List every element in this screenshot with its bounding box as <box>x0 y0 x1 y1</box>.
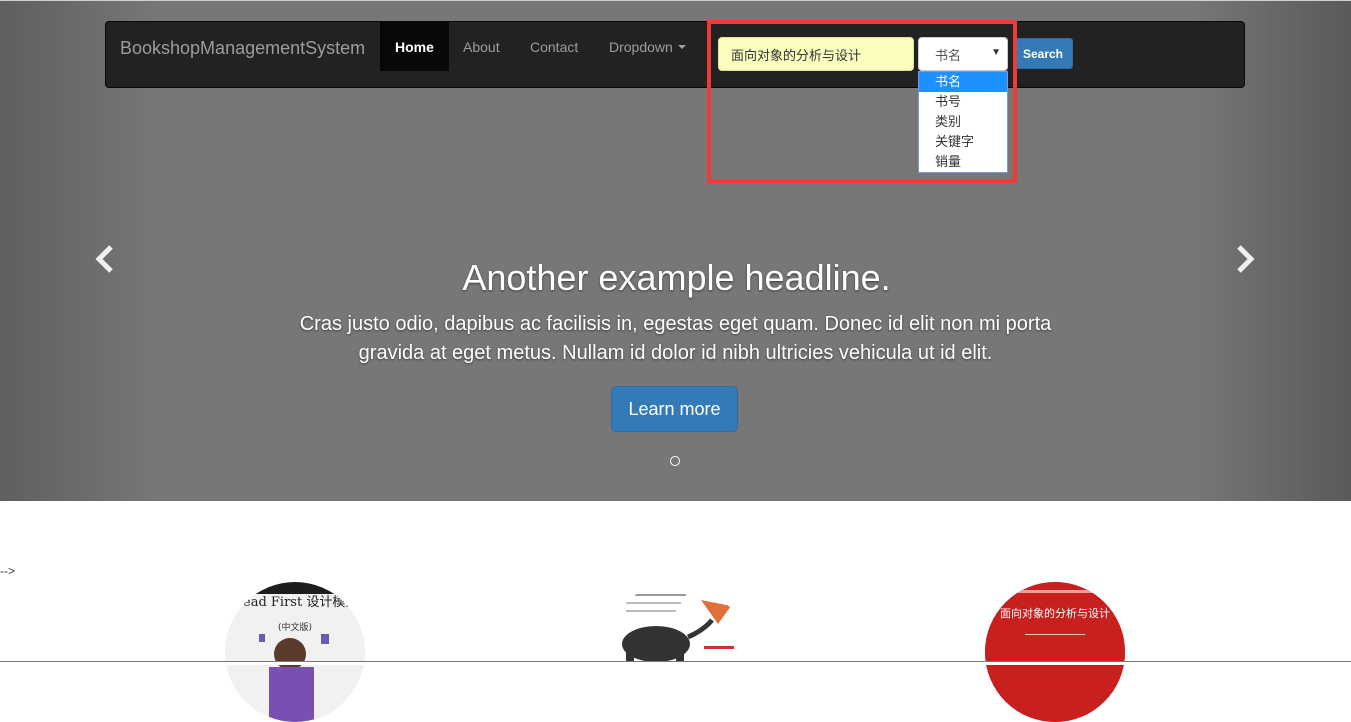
search-button[interactable]: Search <box>1013 38 1073 69</box>
carousel-headline: Another example headline. <box>462 257 891 298</box>
nav-contact[interactable]: Contact <box>515 22 593 71</box>
search-input[interactable]: 面向对象的分析与设计 <box>718 37 914 71</box>
nav-home[interactable]: Home <box>380 22 449 71</box>
learn-more-button[interactable]: Learn more <box>611 386 738 432</box>
carousel-indicator[interactable] <box>670 456 680 466</box>
book-cover-head-first[interactable]: Head First 设计模式 (中文版) <box>225 582 365 722</box>
book-cover-ooad[interactable]: 面向对象的分析与设计 <box>985 582 1125 722</box>
search-type-select[interactable]: 书名 ▼ <box>918 37 1008 71</box>
page-bottom-divider <box>0 661 1351 665</box>
search-type-dropdown: 书名 书号 类别 关键字 销量 <box>918 71 1008 173</box>
carousel-caption: Another example headline. Cras justo odi… <box>0 256 1351 368</box>
select-value: 书名 <box>935 47 962 63</box>
dropdown-option[interactable]: 类别 <box>919 112 1007 132</box>
dropdown-option[interactable]: 书号 <box>919 92 1007 112</box>
dropdown-option[interactable]: 书名 <box>919 72 1007 92</box>
dropdown-option[interactable]: 关键字 <box>919 132 1007 152</box>
dropdown-option[interactable]: 销量 <box>919 152 1007 172</box>
navbar: BookshopManagementSystem Home About Cont… <box>105 21 1245 88</box>
stray-comment-text: --> <box>0 564 15 578</box>
book-title-text: Head First 设计模式 <box>232 595 359 610</box>
nav-about[interactable]: About <box>448 22 515 71</box>
nav-dropdown-label: Dropdown <box>609 38 673 55</box>
book-title-text: 面向对象的分析与设计 <box>1000 606 1110 620</box>
book-subtitle-text: (中文版) <box>278 621 312 633</box>
nav-dropdown[interactable]: Dropdown <box>594 22 701 71</box>
caret-down-icon <box>677 44 686 49</box>
navbar-brand[interactable]: BookshopManagementSystem <box>120 38 365 59</box>
carousel-text: Cras justo odio, dapibus ac facilisis in… <box>299 313 1052 364</box>
select-arrow-icon: ▼ <box>991 47 1001 58</box>
book-cover-elephant[interactable] <box>606 582 746 722</box>
